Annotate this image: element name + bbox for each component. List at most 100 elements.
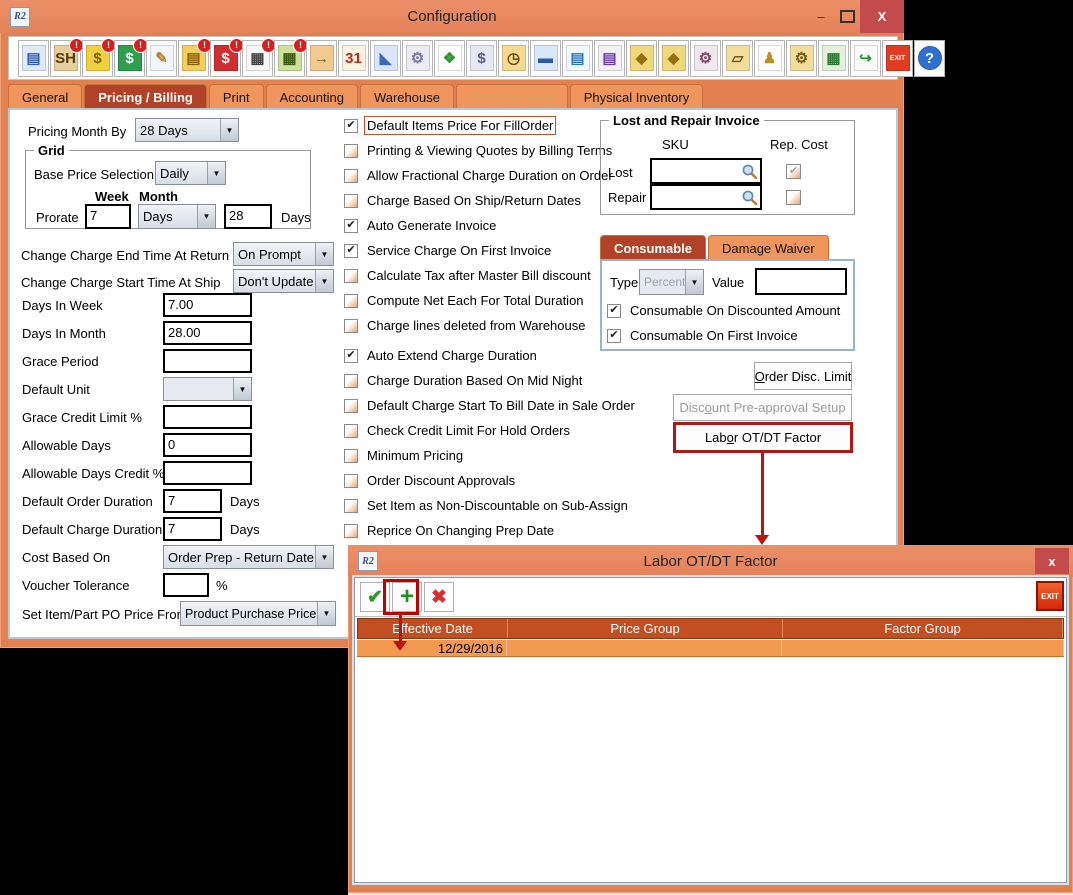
checkbox[interactable] (344, 269, 358, 283)
period-calendar-icon[interactable]: 31 ! (338, 40, 369, 77)
chevron-down-icon[interactable]: ▼ (315, 546, 333, 568)
close-button[interactable]: x (1035, 548, 1069, 574)
checkbox[interactable] (344, 374, 358, 388)
labor-otdt-factor-button[interactable]: Labor OT/DT Factor (673, 422, 853, 453)
exit-button[interactable]: EXIT (1036, 581, 1064, 611)
invoice-icon[interactable]: $ ! (114, 40, 145, 77)
tab-warehouse[interactable]: Warehouse (360, 84, 454, 109)
checkbox[interactable] (344, 474, 358, 488)
repair-sku-input[interactable] (650, 184, 762, 210)
column-header-factor-group[interactable]: Factor Group (783, 619, 1063, 638)
user-shield-icon[interactable]: ◆ ! (658, 40, 689, 77)
chevron-down-icon[interactable]: ▼ (197, 205, 215, 228)
checkbox[interactable] (607, 329, 621, 343)
checkbox[interactable] (344, 244, 358, 258)
worksheet-icon[interactable]: ▦ ! (274, 40, 305, 77)
grace-period-input[interactable] (163, 349, 252, 373)
tab-pricing-billing[interactable]: Pricing / Billing (84, 84, 207, 109)
search-icon[interactable] (741, 163, 758, 180)
delete-button[interactable]: ✖ (424, 582, 454, 612)
checkbox[interactable] (344, 399, 358, 413)
forward-document-icon[interactable]: ▤ ! (594, 40, 625, 77)
checkbox[interactable] (344, 219, 358, 233)
checkbox[interactable] (344, 524, 358, 538)
tab-physical-inventory[interactable]: Physical Inventory (570, 84, 704, 109)
price-tag-gear-icon[interactable]: $ ! (466, 40, 497, 77)
checkbox[interactable] (344, 144, 358, 158)
minimize-button[interactable]: – (808, 6, 834, 28)
prorate-month-input[interactable]: 28 (224, 204, 272, 229)
close-button[interactable]: X (860, 0, 904, 33)
tab-accounting[interactable]: Accounting (266, 84, 358, 109)
lost-sku-input[interactable] (650, 158, 762, 184)
order-form-icon[interactable]: ▤ ! (178, 40, 209, 77)
tab-general[interactable]: General (8, 84, 82, 109)
order-disc-limit-button[interactable]: Order Disc. Limit (754, 362, 852, 390)
chevron-down-icon[interactable]: ▼ (317, 602, 335, 625)
chevron-down-icon[interactable]: ▼ (207, 162, 225, 184)
audit-shield-icon[interactable]: ◆ ! (626, 40, 657, 77)
days-in-month-input[interactable]: 28.00 (163, 321, 252, 345)
table-row[interactable]: 12/29/2016 (357, 639, 1064, 657)
export-exchange-icon[interactable]: ↪ ! (850, 40, 881, 77)
chevron-down-icon[interactable]: ▼ (315, 270, 333, 292)
receive-transfer-icon[interactable]: → ! (306, 40, 337, 77)
save-icon[interactable]: ▤ ! (18, 40, 49, 77)
pricing-month-by-dropdown[interactable]: 28 Days▼ (135, 118, 239, 142)
prorate-month-unit-dropdown[interactable]: Days▼ (138, 204, 216, 229)
components-icon[interactable]: ❖ ! (434, 40, 465, 77)
shipping-docs-icon[interactable]: SH ! (50, 40, 81, 77)
system-gears-icon[interactable]: ⚙ ! (402, 40, 433, 77)
report-gear-icon[interactable]: ▦ ! (818, 40, 849, 77)
change-end-dropdown[interactable]: On Prompt▼ (233, 242, 334, 266)
chevron-down-icon[interactable]: ▼ (220, 119, 238, 141)
voucher-tolerance-input[interactable] (163, 573, 209, 597)
default-charge-duration-input[interactable]: 7 (163, 517, 222, 541)
column-header-price-group[interactable]: Price Group (508, 619, 783, 638)
tab-damage-waiver[interactable]: Damage Waiver (708, 235, 829, 260)
history-folder-icon[interactable]: ◷ ! (498, 40, 529, 77)
tab-multi-currency[interactable]: Multi Currency (456, 84, 568, 109)
checkbox[interactable] (344, 449, 358, 463)
cost-based-on-dropdown[interactable]: Order Prep - Return Date▼ (163, 545, 334, 569)
folder-gear-icon[interactable]: ⚙ ! (786, 40, 817, 77)
checkbox[interactable] (344, 319, 358, 333)
tab-print[interactable]: Print (209, 84, 264, 109)
days-in-week-input[interactable]: 7.00 (163, 293, 252, 317)
help-icon[interactable]: ? ! (914, 40, 945, 77)
allowable-days-credit-input[interactable] (163, 461, 252, 485)
checkbox[interactable] (344, 294, 358, 308)
coins-icon[interactable]: $ ! (82, 40, 113, 77)
repair-rep-cost-checkbox[interactable] (786, 190, 801, 205)
base-price-selection-dropdown[interactable]: Daily▼ (155, 161, 226, 185)
password-field-icon[interactable]: ▬ ! (530, 40, 561, 77)
maximize-button[interactable] (834, 6, 860, 28)
checkbox[interactable] (607, 304, 621, 318)
payment-icon[interactable]: $ ! (210, 40, 241, 77)
checkbox[interactable] (344, 349, 358, 363)
set-item-po-dropdown[interactable]: Product Purchase Price▼ (180, 601, 336, 626)
checkbox[interactable] (344, 169, 358, 183)
search-icon[interactable] (741, 189, 758, 206)
folder-notes-icon[interactable]: ▱ ! (722, 40, 753, 77)
title-bar[interactable]: R2 Configuration – X (0, 0, 904, 33)
allowable-days-input[interactable]: 0 (163, 433, 252, 457)
copy-settings-icon[interactable]: ▤ ! (562, 40, 593, 77)
timetable-icon[interactable]: ▦ ! (242, 40, 273, 77)
checkbox[interactable] (344, 194, 358, 208)
measurement-icon[interactable]: ◣ ! (370, 40, 401, 77)
exit-icon[interactable]: EXIT ! (882, 40, 913, 77)
tab-consumable[interactable]: Consumable (600, 235, 706, 260)
grace-credit-limit-input[interactable] (163, 405, 252, 429)
change-start-dropdown[interactable]: Don't Update▼ (233, 269, 334, 293)
scanner-gear-icon[interactable]: ⚙ ! (690, 40, 721, 77)
chevron-down-icon[interactable]: ▼ (315, 243, 333, 265)
default-order-duration-input[interactable]: 7 (163, 489, 222, 513)
title-bar[interactable]: R2 Labor OT/DT Factor x (348, 545, 1073, 577)
checkbox[interactable] (344, 499, 358, 513)
award-setup-icon[interactable]: ♟ ! (754, 40, 785, 77)
value-input[interactable] (755, 268, 847, 295)
checkbox[interactable] (344, 424, 358, 438)
edit-document-icon[interactable]: ✎ ! (146, 40, 177, 77)
checkbox[interactable] (344, 119, 358, 133)
